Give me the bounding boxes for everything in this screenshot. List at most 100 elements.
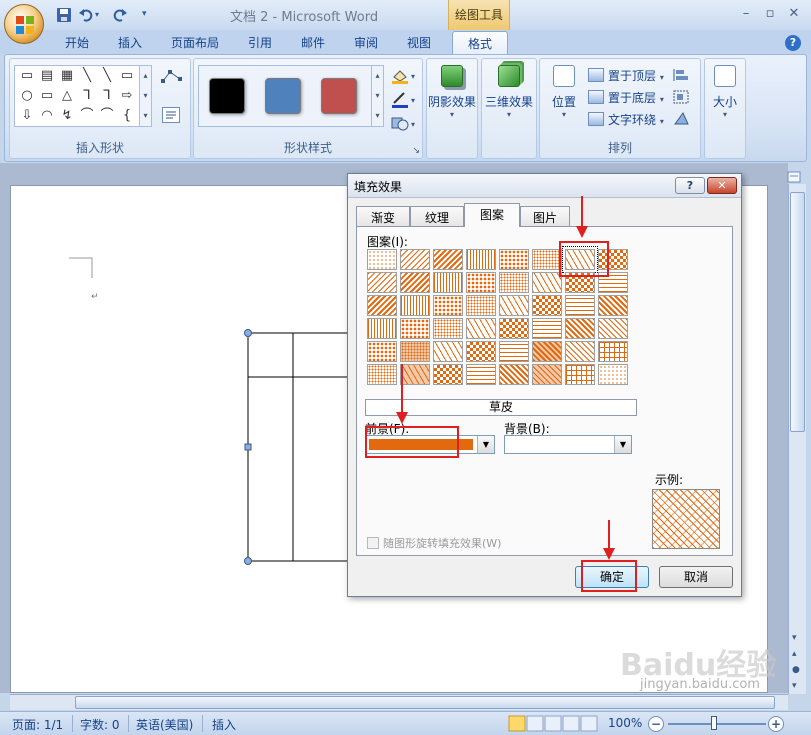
size-button[interactable]: 大小 ▾ <box>705 65 745 119</box>
shape-gallery-scroll[interactable]: ▴ ▾ ▾ <box>139 66 151 126</box>
pattern-swatch[interactable] <box>499 272 529 293</box>
pattern-swatch[interactable] <box>400 295 430 316</box>
shape-arc-icon[interactable]: ⌒ <box>79 108 95 124</box>
pattern-swatch[interactable] <box>466 272 496 293</box>
tab-references[interactable]: 引用 <box>248 34 272 51</box>
customize-qat-icon[interactable]: ▾ <box>142 9 158 25</box>
3d-effects-button[interactable]: 三维效果 ▾ <box>482 65 536 119</box>
pattern-swatch[interactable] <box>532 295 562 316</box>
shape-oval-icon[interactable]: ○ <box>19 88 35 104</box>
tab-review[interactable]: 审阅 <box>354 34 378 51</box>
pattern-swatch[interactable] <box>532 364 562 385</box>
pattern-swatch[interactable] <box>367 341 397 362</box>
tab-mailings[interactable]: 邮件 <box>301 34 325 51</box>
shape-elbow-arrow-icon[interactable]: ⅂ <box>99 88 115 104</box>
pattern-swatch[interactable] <box>565 341 595 362</box>
pattern-swatch[interactable] <box>367 295 397 316</box>
office-button[interactable] <box>4 4 44 44</box>
shape-arrow-line-icon[interactable]: ╲ <box>99 68 115 84</box>
pattern-swatch[interactable] <box>400 364 430 385</box>
pattern-swatch[interactable] <box>532 341 562 362</box>
change-shape-icon[interactable]: ▾ <box>390 115 418 133</box>
tab-insert[interactable]: 插入 <box>118 34 142 51</box>
tab-gradient[interactable]: 渐变 <box>356 206 410 226</box>
pattern-swatch[interactable] <box>367 364 397 385</box>
pattern-swatch[interactable] <box>400 318 430 339</box>
pattern-swatch[interactable] <box>367 272 397 293</box>
save-icon[interactable] <box>56 7 72 23</box>
shape-line-icon[interactable]: ╲ <box>79 68 95 84</box>
rotate-icon[interactable] <box>672 111 696 127</box>
tab-picture[interactable]: 图片 <box>520 206 570 226</box>
background-color-select[interactable]: ▼ <box>504 435 632 454</box>
shape-down-arrow-icon[interactable]: ⇩ <box>19 108 35 124</box>
pattern-swatch[interactable] <box>433 295 463 316</box>
shape-rectangle-icon[interactable]: ▭ <box>119 68 135 84</box>
pattern-swatch[interactable] <box>598 364 628 385</box>
style-gallery-scroll[interactable]: ▴ ▾ ▾ <box>371 66 383 126</box>
language-status[interactable]: 英语(美国) <box>136 716 193 733</box>
maximize-button[interactable]: ▫ <box>758 5 782 23</box>
pattern-swatch[interactable] <box>433 272 463 293</box>
pattern-swatch[interactable] <box>466 318 496 339</box>
shape-triangle-icon[interactable]: △ <box>59 88 75 104</box>
close-button[interactable]: ✕ <box>782 5 806 23</box>
pattern-swatch[interactable] <box>598 318 628 339</box>
pattern-swatch[interactable] <box>499 295 529 316</box>
shape-curve-icon[interactable]: ⌒ <box>99 108 115 124</box>
shape-brace-icon[interactable]: { <box>119 108 135 124</box>
pattern-swatch[interactable] <box>367 249 397 270</box>
text-box-icon[interactable] <box>162 107 180 123</box>
dialog-help-button[interactable]: ? <box>675 177 705 194</box>
zoom-slider-track[interactable] <box>668 723 766 725</box>
tab-texture[interactable]: 纹理 <box>410 206 464 226</box>
dialog-close-button[interactable]: ✕ <box>707 177 737 194</box>
edit-points-icon[interactable] <box>160 67 184 87</box>
shape-right-arrow-icon[interactable]: ⇨ <box>119 88 135 104</box>
pattern-swatch[interactable] <box>466 295 496 316</box>
pattern-swatch[interactable] <box>433 249 463 270</box>
shadow-effects-button[interactable]: 阴影效果 ▾ <box>427 65 477 119</box>
shape-elbow-connector-icon[interactable]: ⅂ <box>79 88 95 104</box>
shape-textbox-icon[interactable]: ▭ <box>19 68 35 84</box>
text-wrapping-button[interactable]: 文字环绕 ▾ <box>588 111 664 128</box>
zoom-out-icon[interactable]: − <box>648 716 664 732</box>
pattern-swatch[interactable] <box>433 364 463 385</box>
pattern-swatch[interactable] <box>499 249 529 270</box>
pattern-swatch[interactable] <box>532 272 562 293</box>
horizontal-scrollbar[interactable] <box>10 694 788 710</box>
align-icon[interactable] <box>672 67 696 83</box>
shape-outline-icon[interactable]: ▾ <box>390 91 418 109</box>
help-icon[interactable]: ? <box>785 35 801 51</box>
pattern-swatch[interactable] <box>499 364 529 385</box>
pattern-swatch[interactable] <box>565 318 595 339</box>
insert-mode[interactable]: 插入 <box>212 716 236 733</box>
browse-buttons[interactable]: ▾ ▴ ● ▾ <box>792 630 800 694</box>
pattern-swatch[interactable] <box>499 341 529 362</box>
tab-pattern[interactable]: 图案 <box>464 203 520 227</box>
pattern-swatch[interactable] <box>565 364 595 385</box>
pattern-swatch[interactable] <box>598 295 628 316</box>
send-to-back-button[interactable]: 置于底层 ▾ <box>588 89 664 106</box>
pattern-swatch[interactable] <box>466 249 496 270</box>
shape-lightning-icon[interactable]: ↯ <box>59 108 75 124</box>
background-dropdown-icon[interactable]: ▼ <box>614 436 631 453</box>
tab-home[interactable]: 开始 <box>65 34 89 51</box>
page-count[interactable]: 页面: 1/1 <box>12 716 63 733</box>
pattern-swatch[interactable] <box>532 318 562 339</box>
pattern-swatch[interactable] <box>598 341 628 362</box>
word-count[interactable]: 字数: 0 <box>80 716 120 733</box>
vertical-scroll-thumb[interactable] <box>790 192 805 432</box>
pattern-swatch[interactable] <box>466 364 496 385</box>
tab-format[interactable]: 格式 <box>452 31 508 55</box>
horizontal-scroll-thumb[interactable] <box>75 696 775 709</box>
pattern-swatch[interactable] <box>367 318 397 339</box>
pattern-swatch[interactable] <box>433 318 463 339</box>
pattern-swatch[interactable] <box>400 341 430 362</box>
undo-dropdown-icon[interactable]: ▾ <box>95 10 111 26</box>
rotate-checkbox-box[interactable] <box>367 537 379 549</box>
view-buttons[interactable] <box>508 715 600 732</box>
redo-icon[interactable] <box>112 7 128 23</box>
tab-page-layout[interactable]: 页面布局 <box>171 34 219 51</box>
foreground-dropdown-icon[interactable]: ▼ <box>477 436 494 453</box>
